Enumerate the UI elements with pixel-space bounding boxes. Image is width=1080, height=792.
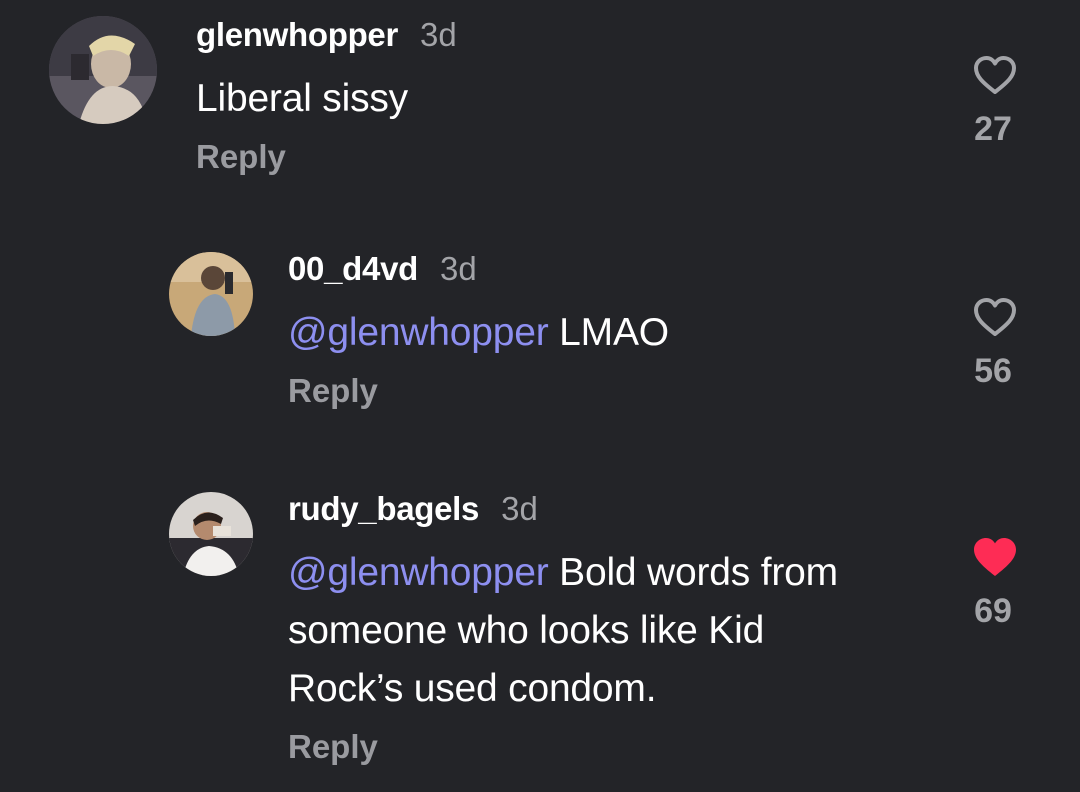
- heart-outline-icon: [974, 56, 1016, 94]
- like-count: 27: [974, 110, 1012, 148]
- avatar[interactable]: [169, 492, 253, 576]
- comment-username[interactable]: rudy_bagels: [288, 490, 479, 528]
- like-count: 56: [974, 352, 1012, 390]
- reply-button[interactable]: Reply: [288, 728, 378, 766]
- like-button[interactable]: 56: [972, 296, 1018, 391]
- like-button[interactable]: 27: [972, 54, 1018, 149]
- like-count: 69: [974, 592, 1012, 630]
- mention-link[interactable]: @glenwhopper: [288, 311, 549, 354]
- comment-text-body: LMAO: [548, 311, 669, 354]
- like-button[interactable]: 69: [972, 536, 1018, 631]
- comment-username[interactable]: glenwhopper: [196, 16, 398, 54]
- heart-outline-icon: [974, 298, 1016, 336]
- comment-timestamp: 3d: [439, 250, 477, 287]
- avatar[interactable]: [49, 16, 157, 124]
- comment-username[interactable]: 00_d4vd: [288, 250, 418, 288]
- comment-timestamp: 3d: [420, 16, 457, 53]
- comment-text: @glenwhopper LMAO: [288, 304, 908, 362]
- comment-timestamp: 3d: [501, 490, 538, 527]
- avatar[interactable]: [169, 252, 253, 336]
- comment-text-body: Liberal sissy: [196, 77, 408, 120]
- reply-button[interactable]: Reply: [288, 372, 378, 410]
- heart-filled-icon: [974, 538, 1016, 576]
- mention-link[interactable]: @glenwhopper: [288, 551, 549, 594]
- comment-text: Liberal sissy: [196, 70, 896, 128]
- comment-text: @glenwhopper Bold words from someone who…: [288, 544, 878, 718]
- reply-button[interactable]: Reply: [196, 138, 286, 176]
